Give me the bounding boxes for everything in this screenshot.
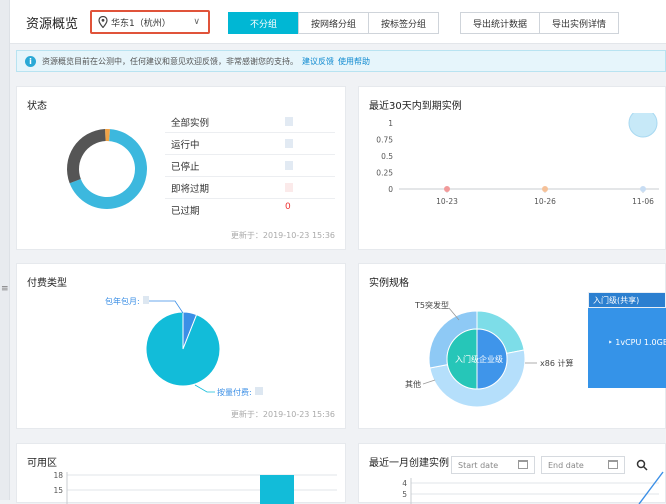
expiry-chart: 1 0.75 0.5 0.25 0 10-23 10-26 11-06 <box>376 113 659 206</box>
pie-slice[interactable] <box>145 311 221 387</box>
scatter-point[interactable] <box>628 113 658 138</box>
notice-banner: i 资源概览目前在公测中，任何建议和意见欢迎反馈，非常感谢您的支持。 建议反馈 … <box>16 50 666 72</box>
spec-detail-panel: 入门级(共享) ‣ 1vCPU 1.0GB <box>588 292 666 388</box>
billing-card: 付费类型 包年包月: 按量付费: 更新于：2019-10-23 15:36 <box>16 263 346 429</box>
outer-label-x86: x86 计算 <box>540 358 573 368</box>
help-link[interactable]: 使用帮助 <box>338 56 370 67</box>
region-label: 华东1（杭州） <box>111 18 171 29</box>
group-tabs: 不分组 按网络分组 按标签分组 <box>228 12 439 34</box>
spec-panel-item-label: 1vCPU 1.0GB <box>615 338 666 347</box>
count-placeholder <box>285 117 293 126</box>
tab-no-group[interactable]: 不分组 <box>228 12 299 34</box>
spec-sunburst-chart: 入门级 企业级 T5突发型 x86 计算其他 <box>405 300 573 408</box>
zone-card: 可用区 18 15 <box>16 443 346 504</box>
status-row-all[interactable]: 全部实例 <box>165 111 335 133</box>
created-card: 最近一月创建实例 Start date End date 54 <box>358 443 666 504</box>
outer-label-t5: T5突发型 <box>414 300 449 310</box>
status-row-label: 已停止 <box>171 161 200 173</box>
billing-pie-chart: 包年包月: 按量付费: <box>105 296 263 397</box>
page-title: 资源概览 <box>26 17 79 32</box>
y-tick-label: 1 <box>388 119 393 128</box>
leader-line <box>194 384 215 393</box>
y-tick-label: 5 <box>402 490 407 499</box>
status-row-label: 运行中 <box>171 139 200 151</box>
collapse-handle-icon[interactable]: ≡ <box>1 284 9 294</box>
notice-text: 资源概览目前在公测中，任何建议和意见欢迎反馈，非常感谢您的支持。 <box>42 56 298 66</box>
page-header: 资源概览 华东1（杭州） ∨ 不分组 按网络分组 按标签分组 导出统计数据 导出… <box>10 0 666 44</box>
left-sidebar-strip: ≡ <box>0 0 10 500</box>
tab-group-by-network[interactable]: 按网络分组 <box>298 12 369 34</box>
leader-line <box>149 300 184 314</box>
count-placeholder <box>285 139 293 148</box>
status-row-label: 全部实例 <box>171 117 210 129</box>
y-tick-label: 0.5 <box>381 152 393 161</box>
y-tick-label: 0.75 <box>376 136 393 145</box>
y-tick-label: 18 <box>53 471 63 480</box>
spec-panel-item[interactable]: ‣ 1vCPU 1.0GB <box>588 308 666 347</box>
y-tick-label: 0 <box>388 185 393 194</box>
location-pin-icon <box>98 16 108 28</box>
scatter-point[interactable] <box>444 186 450 192</box>
billing-updated-time: 更新于：2019-10-23 15:36 <box>230 410 335 419</box>
spec-panel-title: 入门级(共享) <box>588 292 666 308</box>
status-donut-chart <box>67 129 147 209</box>
status-row-expired[interactable]: 已过期 0 <box>165 199 335 221</box>
outer-label-other: 其他 <box>405 379 421 389</box>
y-tick-label: 0.25 <box>376 169 393 178</box>
status-table: 全部实例 运行中 已停止 即将过期 已过期 0 <box>165 111 335 221</box>
expired-count: 0 <box>285 202 291 212</box>
value-placeholder <box>143 296 149 304</box>
expiry-title: 最近30天内到期实例 <box>369 101 462 112</box>
export-buttons: 导出统计数据 导出实例详情 <box>460 12 620 34</box>
status-row-stopped[interactable]: 已停止 <box>165 155 335 177</box>
status-row-expiring[interactable]: 即将过期 <box>165 177 335 199</box>
x-tick-label: 11-06 <box>632 197 654 206</box>
region-selector[interactable]: 华东1（杭州） ∨ <box>90 10 210 34</box>
tab-group-by-tag[interactable]: 按标签分组 <box>368 12 439 34</box>
chevron-down-icon: ∨ <box>193 17 200 27</box>
status-title: 状态 <box>27 101 47 112</box>
value-placeholder <box>255 387 263 395</box>
scatter-point[interactable] <box>542 186 548 192</box>
inner-label-enterprise: 企业级 <box>479 354 503 364</box>
scatter-point[interactable] <box>640 186 646 192</box>
x-tick-label: 10-23 <box>436 197 458 206</box>
status-row-label: 即将过期 <box>171 183 210 195</box>
status-row-running[interactable]: 运行中 <box>165 133 335 155</box>
series-line <box>638 471 664 504</box>
feedback-link[interactable]: 建议反馈 <box>302 56 334 67</box>
donut-segment-dark <box>67 129 106 184</box>
x-tick-label: 10-26 <box>534 197 556 206</box>
count-placeholder <box>285 161 293 170</box>
y-tick-label: 15 <box>53 486 63 495</box>
created-line-chart: 54 <box>402 471 664 504</box>
count-placeholder <box>285 183 293 192</box>
leader-line <box>422 379 436 385</box>
export-instances-button[interactable]: 导出实例详情 <box>539 12 620 34</box>
pie-label-payg: 按量付费: <box>217 387 252 397</box>
status-updated-time: 更新于：2019-10-23 15:36 <box>230 231 335 240</box>
inner-label-entry: 入门级 <box>455 354 479 364</box>
zone-bar-chart: 1815 <box>53 471 337 504</box>
status-card: 状态 全部实例 运行中 已停止 即将过期 已过期 0 更新于：2019-10-23… <box>16 86 346 250</box>
status-row-label: 已过期 <box>171 206 200 217</box>
pie-label-subscription: 包年包月: <box>105 296 140 306</box>
y-tick-label: 4 <box>402 479 407 488</box>
info-icon: i <box>25 55 36 67</box>
export-stats-button[interactable]: 导出统计数据 <box>460 12 541 34</box>
expiry-card: 最近30天内到期实例 1 0.75 0.5 0.25 0 10-23 10-26 11-06 <box>358 86 666 250</box>
